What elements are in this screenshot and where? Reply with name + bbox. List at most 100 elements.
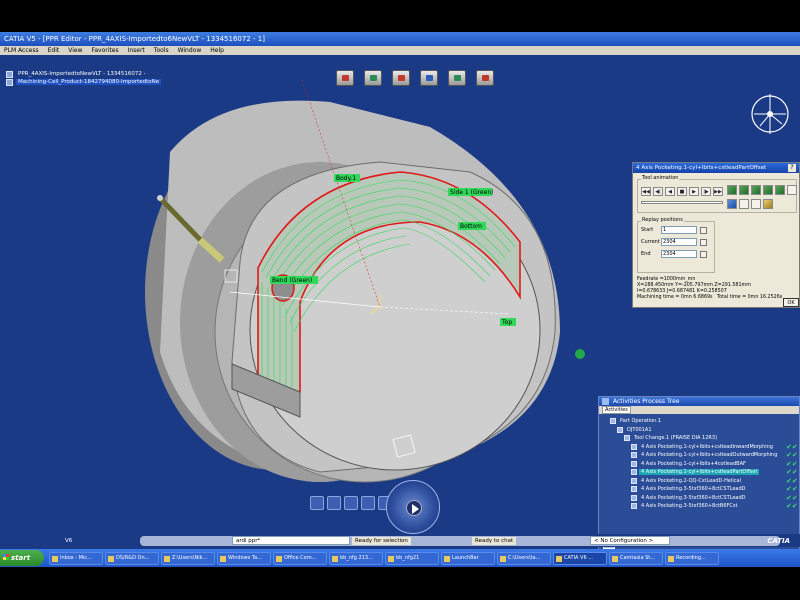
tool-animation-dialog[interactable]: 4 Axis Pocketing.1-cyl+Ibits+cstleadPart… — [632, 162, 800, 308]
process-tree-row-label: 4 Axis Pocketing.1-cyl+Ibits+cstleadPart… — [639, 469, 760, 476]
play-icon[interactable] — [406, 500, 422, 516]
end-field[interactable]: 2304 — [661, 250, 697, 258]
spec-tree-child[interactable]: Machining-Cell_Product-1842794080-Import… — [6, 78, 162, 86]
total-time-text: Total time = 0mn 16.2526s — [717, 295, 783, 300]
taskbar-item[interactable]: DS/R&D On... — [105, 551, 159, 565]
start-button[interactable]: start — [0, 550, 44, 566]
zoom-icon[interactable] — [361, 496, 375, 510]
taskbar-item[interactable]: Z:\Users\Nik... — [161, 551, 215, 565]
taskbar-item[interactable]: Recording... — [665, 551, 719, 565]
windows-taskbar: start Inbox - Mic... DS/R&D On... Z:\Users… — [0, 549, 800, 567]
process-tree-row-label: 4 Axis Pocketing.3-5txf360+8ctB6FCst — [641, 503, 738, 510]
process-tree-row[interactable]: 4 Axis Pocketing.1-cyl+Ibits+cstleadInwa… — [603, 443, 799, 452]
v6-label: V6 — [65, 538, 73, 544]
process-tree-row[interactable]: 4 Axis Pocketing.2-QQ-CstLeadD-Helical ✔✔ — [603, 477, 799, 486]
activities-process-tree[interactable]: Activities Process Tree Activities Part … — [598, 396, 800, 554]
process-tree-row-label: 4 Axis Pocketing.3-5txf360+8ctCSTLeadD — [641, 486, 746, 493]
spec-tree-root[interactable]: PPR_4AXIS-ImportedtoNewVLT - 1334516072 … — [6, 70, 161, 78]
process-tree-row[interactable]: Tool Change.1 (FRAISE DIA 12R3) — [603, 434, 799, 443]
product-icon — [6, 78, 13, 86]
process-tree-row[interactable]: 4 Axis Pocketing.3-5txf360+8ctCSTLeadD ✔✔ — [603, 494, 799, 503]
taskbar-item[interactable]: bb_nfg 213... — [329, 551, 383, 565]
ready-to-chat: Ready to chat — [472, 537, 517, 545]
taskbar-item[interactable]: Office Com... — [273, 551, 327, 565]
machine-icon[interactable] — [476, 70, 494, 86]
end-label: End — [641, 251, 651, 257]
start-pick-icon[interactable] — [700, 227, 707, 234]
point-mode-icon[interactable] — [739, 185, 749, 195]
fly-mode-icon[interactable] — [310, 496, 324, 510]
taskbar-item[interactable]: LaunchBar — [441, 551, 495, 565]
options-icon[interactable] — [787, 185, 797, 195]
ok-button[interactable]: OK — [783, 298, 799, 307]
animation-speed-slider[interactable] — [641, 201, 723, 204]
play-compass[interactable] — [386, 480, 440, 534]
process-tree-row-label: 4 Axis Pocketing.1-cyl+Ibits+4cotleadBAF — [641, 460, 746, 467]
taskbar-item[interactable]: bb_nfg21 — [385, 551, 439, 565]
command-input[interactable]: ardi ppr* — [232, 536, 350, 545]
process-tree-row-label: 4 Axis Pocketing.1-cyl+Ibits+cstleadOutw… — [641, 452, 778, 459]
operation-icon — [631, 443, 637, 450]
process-tree-row[interactable]: 4 Axis Pocketing.3-5txf360+8ctCSTLeadD ✔✔ — [603, 485, 799, 494]
tool-animation-label: Tool animation — [641, 175, 680, 181]
operation-icon — [631, 460, 637, 467]
pan-icon[interactable] — [327, 496, 341, 510]
plane-mode-icon[interactable] — [751, 185, 761, 195]
process-tree-row[interactable]: 4 Axis Pocketing.3-5txf360+8ctB6FCst ✔✔ — [603, 502, 799, 511]
taskbar-item[interactable]: CATIA V6 ... — [553, 551, 607, 565]
line-mode-icon[interactable] — [763, 185, 773, 195]
cursor-marker — [575, 349, 585, 359]
play-button[interactable]: ▶ — [689, 187, 699, 196]
top-toolbar — [336, 70, 494, 86]
status-check-icon: ✔✔ — [786, 476, 798, 485]
analysis-icon[interactable] — [739, 199, 749, 209]
step-forward-button[interactable]: |▶ — [701, 187, 711, 196]
nc-output-icon[interactable] — [448, 70, 466, 86]
process-tree-row[interactable]: 4 Axis Pocketing.1-cyl+Ibits+4cotleadBAF… — [603, 460, 799, 469]
rotate-icon[interactable] — [344, 496, 358, 510]
catia-window: CATIA V5 - [PPR Editor - PPR_4AXIS-Impor… — [0, 32, 800, 567]
current-pick-icon[interactable] — [700, 239, 707, 246]
taskbar-item[interactable]: Inbox - Mic... — [49, 551, 103, 565]
step-back-button[interactable]: ◀| — [653, 187, 663, 196]
tool-path-replay-icon[interactable] — [364, 70, 382, 86]
process-tree-row[interactable]: DJT001A1 — [603, 426, 799, 435]
play-back-button[interactable]: ◀ — [665, 187, 675, 196]
current-field[interactable]: 2304 — [661, 238, 697, 246]
process-tree-row-label: 4 Axis Pocketing.3-5txf360+8ctCSTLeadD — [641, 494, 746, 501]
operation-icon — [631, 469, 637, 476]
photo-icon[interactable] — [751, 199, 761, 209]
process-tree-row[interactable]: Part Operation.1 — [603, 417, 799, 426]
dialog-title-bar[interactable]: 4 Axis Pocketing.1-cyl+Ibits+cstleadPart… — [633, 163, 799, 173]
process-tree-row-label: 4 Axis Pocketing.1-cyl+Ibits+cstleadInwa… — [641, 443, 773, 450]
configuration-select[interactable]: < No Configuration > — [590, 536, 670, 545]
stop-button[interactable]: ■ — [677, 187, 687, 196]
status-bar: V6 ardi ppr* Ready for selection Ready t… — [0, 534, 800, 547]
compass-icon[interactable] — [748, 84, 796, 144]
start-field[interactable]: 1 — [661, 226, 697, 234]
specification-tree: PPR_4AXIS-ImportedtoNewVLT - 1334516072 … — [6, 70, 162, 86]
dialog-help-button[interactable]: ? — [788, 164, 796, 172]
process-tree-filter-bar: Activities — [599, 406, 799, 414]
rewind-button[interactable]: ◀◀ — [641, 187, 651, 196]
bottom-toolbar — [310, 496, 392, 510]
process-tree-row[interactable]: 4 Axis Pocketing.1-cyl+Ibits+cstleadOutw… — [603, 451, 799, 460]
taskbar-item[interactable]: Windows Ta... — [217, 551, 271, 565]
end-pick-icon[interactable] — [700, 251, 707, 258]
trace-mode-icon[interactable] — [775, 185, 785, 195]
process-tree-row[interactable]: 4 Axis Pocketing.1-cyl+Ibits+cstleadPart… — [603, 468, 799, 477]
video-icon[interactable] — [763, 199, 773, 209]
taskbar-item[interactable]: C:\Users\ta... — [497, 551, 551, 565]
video-simulation-icon[interactable] — [392, 70, 410, 86]
activities-filter[interactable]: Activities — [602, 406, 631, 414]
display-mode-icon[interactable] — [727, 185, 737, 195]
coords-text: X=288.450mm Y=-205.797mm Z=291.581mm — [637, 283, 751, 288]
machining-tool-icon[interactable] — [336, 70, 354, 86]
taskbar-item[interactable]: Camtasia St... — [609, 551, 663, 565]
start-label: Start — [641, 227, 654, 233]
collision-check-icon[interactable] — [420, 70, 438, 86]
fast-forward-button[interactable]: ▶▶ — [713, 187, 723, 196]
process-tree-title[interactable]: Activities Process Tree — [599, 397, 799, 406]
current-label: Current — [641, 239, 660, 245]
cut-material-icon[interactable] — [727, 199, 737, 209]
